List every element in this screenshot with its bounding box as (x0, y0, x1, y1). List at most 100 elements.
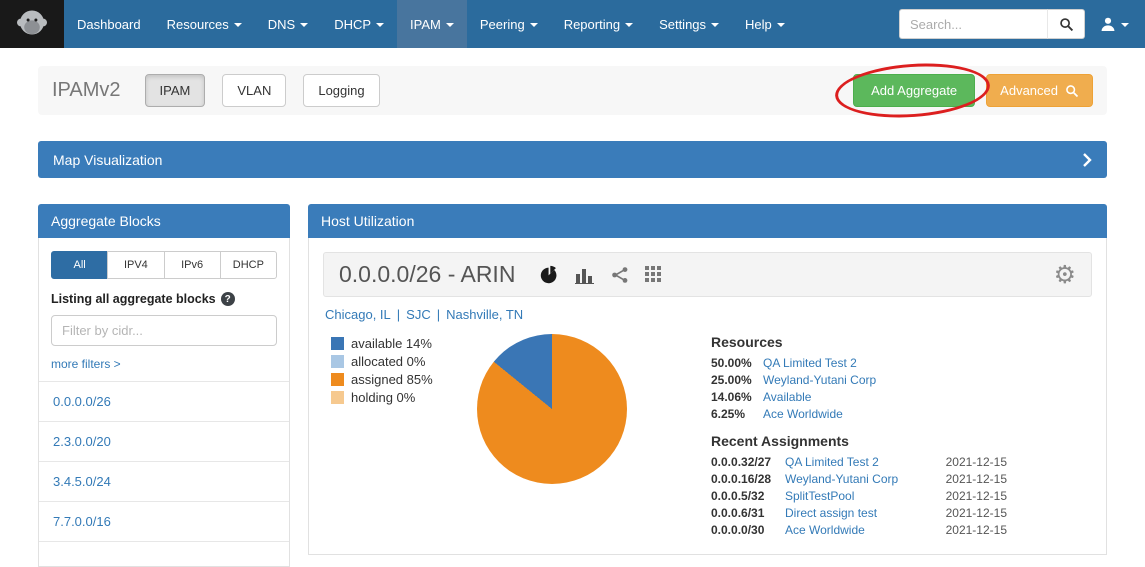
brand-gorilla-logo[interactable] (0, 0, 64, 48)
legend-item: allocated 0% (331, 354, 471, 369)
legend-item: holding 0% (331, 390, 471, 405)
nav-item-resources[interactable]: Resources (154, 0, 255, 48)
nav-label: Help (745, 17, 772, 32)
resources-title: Resources (711, 334, 1007, 350)
legend-label: holding 0% (351, 390, 415, 405)
legend-swatch (331, 391, 344, 404)
nav-label: Reporting (564, 17, 620, 32)
legend-label: available 14% (351, 336, 432, 351)
assignment-cidr: 0.0.0.5/32 (711, 489, 785, 503)
map-visualization-title: Map Visualization (53, 152, 162, 168)
location-link[interactable]: Nashville, TN (446, 307, 523, 322)
caret-down-icon (446, 23, 454, 27)
navbar-right (899, 0, 1145, 48)
filter-tab-ipv4[interactable]: IPV4 (107, 251, 164, 279)
map-visualization-panel[interactable]: Map Visualization (38, 141, 1107, 178)
caret-down-icon (376, 23, 384, 27)
legend-label: assigned 85% (351, 372, 433, 387)
utilization-chart-area: available 14% allocated 0% assigned 85% … (323, 322, 1092, 540)
assignment-link[interactable]: Ace Worldwide (785, 523, 946, 537)
host-utilization-title: Host Utilization (321, 213, 414, 229)
filter-tab-ipv6[interactable]: IPv6 (164, 251, 221, 279)
block-heading-strip: 0.0.0.0/26 - ARIN (323, 252, 1092, 297)
resource-link[interactable]: Weyland-Yutani Corp (763, 373, 876, 387)
nav-item-dns[interactable]: DNS (255, 0, 321, 48)
block-list-item[interactable]: 0.0.0.0/26 (39, 381, 289, 421)
view-tab-ipam[interactable]: IPAM (145, 74, 206, 107)
location-link[interactable]: SJC (406, 307, 431, 322)
nav-label: Settings (659, 17, 706, 32)
block-list-item[interactable]: 2.3.0.0/20 (39, 421, 289, 461)
nav-item-ipam[interactable]: IPAM (397, 0, 467, 48)
location-link[interactable]: Chicago, IL (325, 307, 391, 322)
utilization-details: Resources 50.00%QA Limited Test 2 25.00%… (711, 334, 1007, 540)
block-list-item[interactable]: 7.7.0.0/16 (39, 501, 289, 541)
nav-item-peering[interactable]: Peering (467, 0, 551, 48)
advanced-button[interactable]: Advanced (986, 74, 1093, 107)
help-icon[interactable]: ? (221, 292, 235, 306)
more-filters-link[interactable]: more filters > (51, 357, 121, 371)
content-row: Aggregate Blocks All IPV4 IPv6 DHCP List… (38, 204, 1107, 567)
assignment-cidr: 0.0.0.6/31 (711, 506, 785, 520)
nav-item-dashboard[interactable]: Dashboard (64, 0, 154, 48)
page-toolbar: IPAMv2 IPAM VLAN Logging Add Aggregate A… (38, 66, 1107, 115)
assignment-link[interactable]: QA Limited Test 2 (785, 455, 946, 469)
resource-link[interactable]: QA Limited Test 2 (763, 356, 857, 370)
assignment-date: 2021-12-15 (946, 506, 1007, 520)
host-utilization-header: Host Utilization (308, 204, 1107, 238)
gear-icon[interactable]: ⚙ (1054, 262, 1076, 287)
assignment-link[interactable]: Direct assign test (785, 506, 946, 520)
link-separator: | (397, 307, 400, 322)
view-tab-logging[interactable]: Logging (303, 74, 379, 107)
pie-chart-icon[interactable] (539, 265, 559, 285)
assignment-date: 2021-12-15 (946, 489, 1007, 503)
caret-down-icon (530, 23, 538, 27)
top-navbar: Dashboard Resources DNS DHCP IPAM Peerin… (0, 0, 1145, 48)
pie-legend: available 14% allocated 0% assigned 85% … (331, 334, 471, 408)
assignment-row: 0.0.0.32/27QA Limited Test 22021-12-15 (711, 455, 1007, 469)
resource-percent: 25.00% (711, 373, 763, 387)
resource-percent: 14.06% (711, 390, 763, 404)
share-icon[interactable] (611, 266, 629, 284)
nav-item-dhcp[interactable]: DHCP (321, 0, 397, 48)
nav-label: Peering (480, 17, 525, 32)
caret-down-icon (625, 23, 633, 27)
aggregate-blocks-header: Aggregate Blocks (38, 204, 290, 238)
assignment-cidr: 0.0.0.0/30 (711, 523, 785, 537)
toolbar-right: Add Aggregate Advanced (853, 74, 1093, 107)
aggregate-blocks-panel: Aggregate Blocks All IPV4 IPv6 DHCP List… (38, 204, 290, 567)
filter-tab-all[interactable]: All (51, 251, 108, 279)
nav-item-settings[interactable]: Settings (646, 0, 732, 48)
listing-label-text: Listing all aggregate blocks (51, 292, 216, 306)
filter-tab-dhcp[interactable]: DHCP (220, 251, 277, 279)
block-list-item-partial[interactable] (39, 541, 289, 566)
grid-view-icon[interactable] (645, 266, 662, 283)
cidr-filter-input[interactable] (51, 315, 277, 346)
nav-item-help[interactable]: Help (732, 0, 798, 48)
block-list-item[interactable]: 3.4.5.0/24 (39, 461, 289, 501)
view-tab-vlan[interactable]: VLAN (222, 74, 286, 107)
assignment-date: 2021-12-15 (946, 455, 1007, 469)
assignment-link[interactable]: Weyland-Yutani Corp (785, 472, 946, 486)
listing-label: Listing all aggregate blocks ? (51, 292, 277, 306)
nav-label: Dashboard (77, 17, 141, 32)
caret-down-icon (234, 23, 242, 27)
host-utilization-panel: Host Utilization 0.0.0.0/26 - ARIN (308, 204, 1107, 555)
advanced-label: Advanced (1000, 82, 1058, 99)
user-menu[interactable] (1100, 16, 1129, 32)
search-button[interactable] (1047, 9, 1085, 39)
bar-chart-icon[interactable] (575, 266, 595, 284)
nav-label: IPAM (410, 17, 441, 32)
assignment-row: 0.0.0.16/28Weyland-Yutani Corp2021-12-15 (711, 472, 1007, 486)
assignment-link[interactable]: SplitTestPool (785, 489, 946, 503)
resource-row: 50.00%QA Limited Test 2 (711, 356, 1007, 370)
resource-link[interactable]: Available (763, 390, 811, 404)
search-input[interactable] (899, 9, 1047, 39)
legend-item: available 14% (331, 336, 471, 351)
resource-row: 14.06%Available (711, 390, 1007, 404)
resource-link[interactable]: Ace Worldwide (763, 407, 843, 421)
add-aggregate-button[interactable]: Add Aggregate (853, 74, 975, 107)
nav-item-reporting[interactable]: Reporting (551, 0, 646, 48)
nav-label: DNS (268, 17, 295, 32)
filter-tabs: All IPV4 IPv6 DHCP (51, 251, 277, 279)
